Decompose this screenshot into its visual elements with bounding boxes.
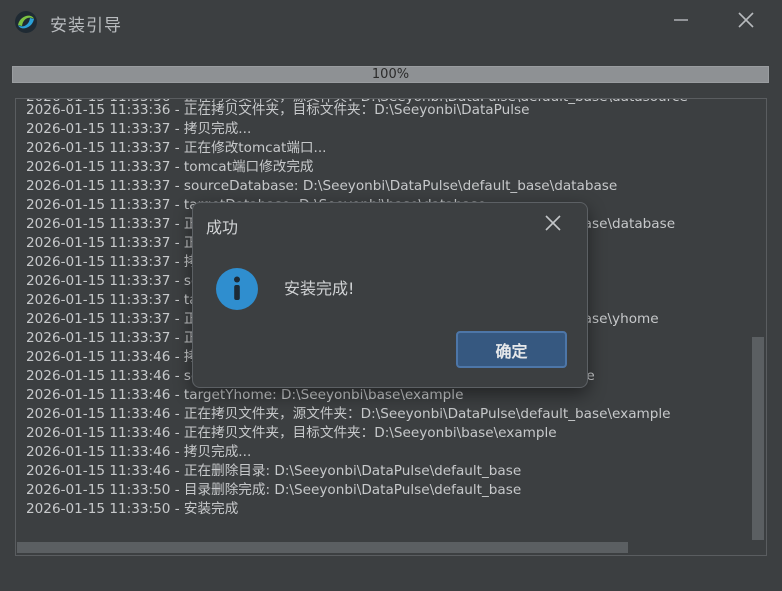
horizontal-scrollbar[interactable] xyxy=(16,539,751,555)
log-line: 2026-01-15 11:33:50 - 安装完成 xyxy=(26,501,239,517)
minimize-button[interactable] xyxy=(666,8,696,36)
log-line: 2026-01-15 11:33:46 - 拷贝完成... xyxy=(26,444,252,460)
log-line: 2026-01-15 11:33:46 - targetYhome: D:\Se… xyxy=(26,387,464,403)
close-icon xyxy=(738,12,754,32)
app-logo-icon xyxy=(14,10,38,34)
log-line: 2026-01-15 11:33:50 - 目录删除完成: D:\Seeyonb… xyxy=(26,482,522,498)
log-line: 2026-01-15 11:33:46 - 正在删除目录: D:\Seeyonb… xyxy=(26,463,522,479)
dialog-title: 成功 xyxy=(206,218,239,237)
vertical-scrollbar[interactable] xyxy=(750,99,766,540)
vertical-scrollbar-thumb[interactable] xyxy=(752,337,764,540)
log-line: 2026-01-15 11:33:46 - 正在拷贝文件夹，目标文件夹：D:\S… xyxy=(26,425,557,441)
horizontal-scrollbar-thumb[interactable] xyxy=(17,542,628,553)
window-title: 安装引导 xyxy=(50,16,122,36)
ok-button[interactable]: 确定 xyxy=(456,331,567,368)
success-dialog: 成功 安装完成! 确定 xyxy=(192,202,588,388)
log-line: 2026-01-15 11:33:37 - 拷贝完成... xyxy=(26,121,252,137)
close-icon xyxy=(544,214,562,236)
log-line: 2026-01-15 11:33:37 - 正在修改tomcat端口... xyxy=(26,140,327,156)
close-button[interactable] xyxy=(731,8,761,36)
dialog-message: 安装完成! xyxy=(284,279,355,298)
title-bar: 安装引导 xyxy=(0,0,782,44)
progress-bar: 100% xyxy=(12,66,769,83)
log-line: 2026-01-15 11:33:46 - 正在拷贝文件夹，源文件夹：D:\Se… xyxy=(26,406,671,422)
minimize-icon xyxy=(673,12,689,32)
dialog-close-button[interactable] xyxy=(539,212,567,238)
log-line: 2026-01-15 11:33:36 - 正在拷贝文件夹，源文件夹：D:\Se… xyxy=(26,99,688,107)
info-icon xyxy=(215,267,259,311)
log-line: 2026-01-15 11:33:37 - sourceDatabase: D:… xyxy=(26,178,618,194)
log-line: 2026-01-15 11:33:37 - tomcat端口修改完成 xyxy=(26,159,314,175)
progress-text: 100% xyxy=(371,67,410,82)
